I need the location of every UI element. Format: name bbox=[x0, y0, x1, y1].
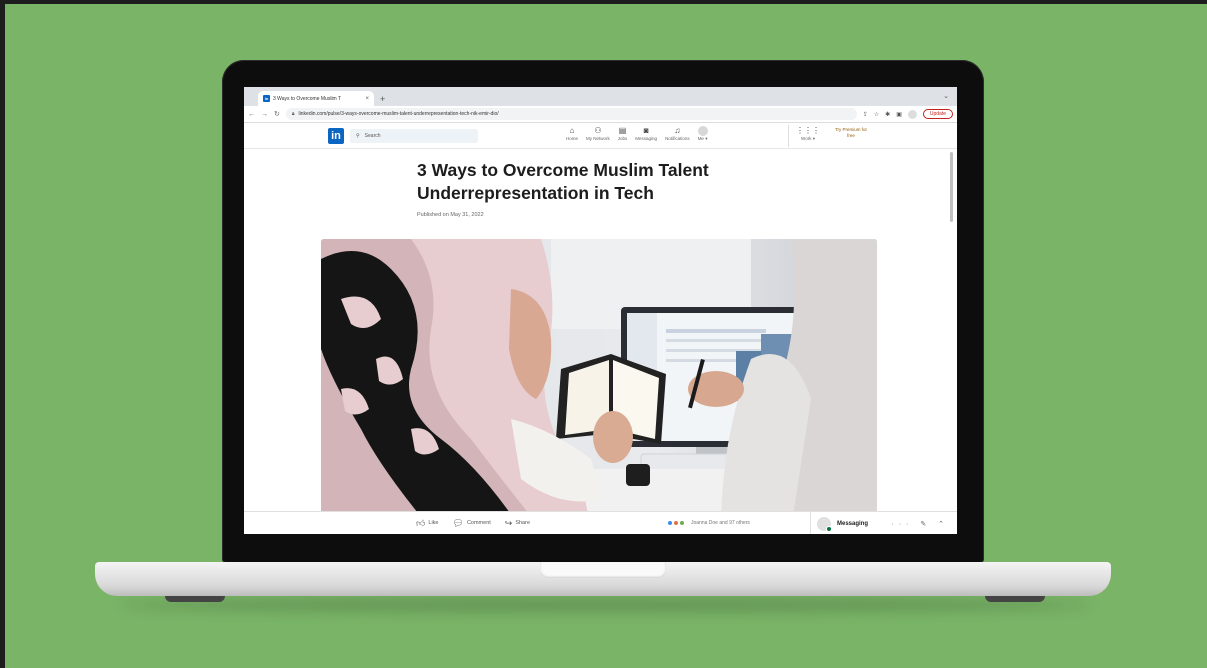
browser-tab[interactable]: in 3 Ways to Overcome Muslim T × bbox=[258, 91, 374, 106]
title-line2: Underrepresentation in Tech bbox=[417, 183, 654, 203]
linkedin-navbar: in ⚲ Search ⌂ Home ⚇ My Network ▤ Jobs ◙… bbox=[244, 123, 957, 149]
messaging-label: Messaging bbox=[837, 520, 869, 527]
nav-work[interactable]: ⋮⋮⋮ Work ▾ bbox=[796, 125, 820, 142]
laptop-foot bbox=[165, 596, 225, 602]
nav-divider bbox=[788, 125, 789, 147]
back-icon[interactable]: ← bbox=[248, 111, 255, 118]
linkedin-favicon-icon: in bbox=[263, 95, 270, 102]
update-button[interactable]: Update bbox=[922, 109, 953, 119]
nav-label: Work ▾ bbox=[801, 136, 815, 141]
title-line1: 3 Ways to Overcome Muslim Talent bbox=[417, 160, 709, 180]
laptop-foot bbox=[985, 596, 1045, 602]
address-bar[interactable]: 🔒︎ linkedin.com/pulse/3-ways-overcome-mu… bbox=[285, 108, 857, 120]
bell-icon: ♫ bbox=[674, 126, 681, 135]
reactions-text: Joanna Doe and 97 others bbox=[691, 520, 750, 526]
nav-label: Home bbox=[566, 136, 579, 141]
published-date: Published on May 31, 2022 bbox=[417, 212, 484, 218]
profile-avatar[interactable] bbox=[907, 109, 917, 119]
address-toolbar: ← → ↻ 🔒︎ linkedin.com/pulse/3-ways-overc… bbox=[244, 106, 957, 123]
celebrate-reaction-icon bbox=[679, 520, 685, 526]
article-content: 3 Ways to Overcome Muslim Talent Underre… bbox=[244, 149, 957, 519]
url-text: linkedin.com/pulse/3-ways-overcome-musli… bbox=[298, 111, 499, 117]
linkedin-logo[interactable]: in bbox=[328, 127, 344, 144]
messaging-panel[interactable]: Messaging ··· ✎ ⌃ bbox=[810, 512, 957, 534]
share-label: Share bbox=[515, 520, 531, 526]
new-tab-button[interactable]: + bbox=[380, 94, 385, 104]
avatar bbox=[817, 516, 832, 532]
network-icon: ⚇ bbox=[594, 126, 602, 135]
share-icon[interactable]: ⇪ bbox=[863, 111, 868, 118]
nav-notifications[interactable]: ♫ Notifications bbox=[665, 125, 690, 142]
nav-label: Jobs bbox=[617, 136, 628, 141]
close-tab-icon[interactable]: × bbox=[365, 96, 369, 102]
messaging-icon: ◙ bbox=[643, 126, 649, 135]
scrollbar[interactable] bbox=[950, 152, 953, 222]
premium-line2: free bbox=[847, 133, 855, 138]
article-hero-image bbox=[321, 239, 877, 519]
toolbar-icons: ⇪ ☆ ✱ ▣ Update bbox=[863, 109, 953, 119]
nav-messaging[interactable]: ◙ Messaging bbox=[635, 125, 657, 142]
nav-label: Me ▾ bbox=[697, 136, 708, 141]
tab-search-icon[interactable]: ⌄ bbox=[943, 92, 949, 100]
comment-label: Comment bbox=[466, 520, 491, 526]
comment-icon: 💬︎ bbox=[452, 517, 464, 528]
avatar bbox=[697, 125, 708, 136]
thumbs-up-icon: 👍︎ bbox=[416, 517, 426, 528]
reload-icon[interactable]: ↻ bbox=[274, 110, 280, 118]
article-title: 3 Ways to Overcome Muslim Talent Underre… bbox=[417, 159, 757, 205]
laptop-screen: in 3 Ways to Overcome Muslim T × + ⌄ ← →… bbox=[244, 87, 957, 534]
forward-icon[interactable]: → bbox=[261, 111, 268, 118]
lock-icon: 🔒︎ bbox=[291, 111, 295, 117]
like-label: Like bbox=[428, 520, 439, 526]
nav-my-network[interactable]: ⚇ My Network bbox=[586, 125, 610, 142]
laptop-shadow bbox=[120, 598, 1090, 612]
star-icon[interactable]: ☆ bbox=[874, 111, 879, 118]
like-button[interactable]: 👍︎ Like bbox=[416, 518, 439, 529]
laptop-notch bbox=[540, 562, 666, 578]
sidepanel-icon[interactable]: ▣ bbox=[896, 111, 902, 118]
search-icon: ⚲ bbox=[356, 132, 360, 139]
jobs-icon: ▤ bbox=[618, 126, 627, 135]
nav-label: Messaging bbox=[635, 136, 658, 141]
extensions-icon[interactable]: ✱ bbox=[885, 111, 890, 118]
nav-jobs[interactable]: ▤ Jobs bbox=[618, 125, 628, 142]
browser-tab-bar: in 3 Ways to Overcome Muslim T × + ⌄ bbox=[244, 87, 957, 106]
nav-me[interactable]: Me ▾ bbox=[697, 125, 708, 142]
comment-button[interactable]: 💬︎ Comment bbox=[453, 518, 491, 529]
share-button[interactable]: ↪ Share bbox=[505, 518, 530, 529]
nav-label: Notifications bbox=[665, 136, 690, 141]
search-placeholder: Search bbox=[364, 132, 381, 139]
home-icon: ⌂ bbox=[569, 126, 575, 135]
nav-label: My Network bbox=[586, 136, 610, 141]
search-input[interactable]: ⚲ Search bbox=[350, 128, 478, 143]
tab-title: 3 Ways to Overcome Muslim T bbox=[273, 95, 342, 102]
social-action-bar: 👍︎ Like 💬︎ Comment ↪ Share Joanna Doe an… bbox=[244, 511, 957, 534]
messaging-controls[interactable]: ··· ✎ ⌃ bbox=[891, 520, 949, 528]
nav-items: ⌂ Home ⚇ My Network ▤ Jobs ◙ Messaging ♫… bbox=[566, 125, 716, 142]
share-arrow-icon: ↪ bbox=[504, 517, 513, 528]
grid-icon: ⋮⋮⋮ bbox=[796, 126, 820, 135]
reactions-summary[interactable]: Joanna Doe and 97 others bbox=[667, 520, 750, 526]
try-premium-link[interactable]: Try Premium for free bbox=[824, 127, 878, 139]
nav-home[interactable]: ⌂ Home bbox=[566, 125, 578, 142]
